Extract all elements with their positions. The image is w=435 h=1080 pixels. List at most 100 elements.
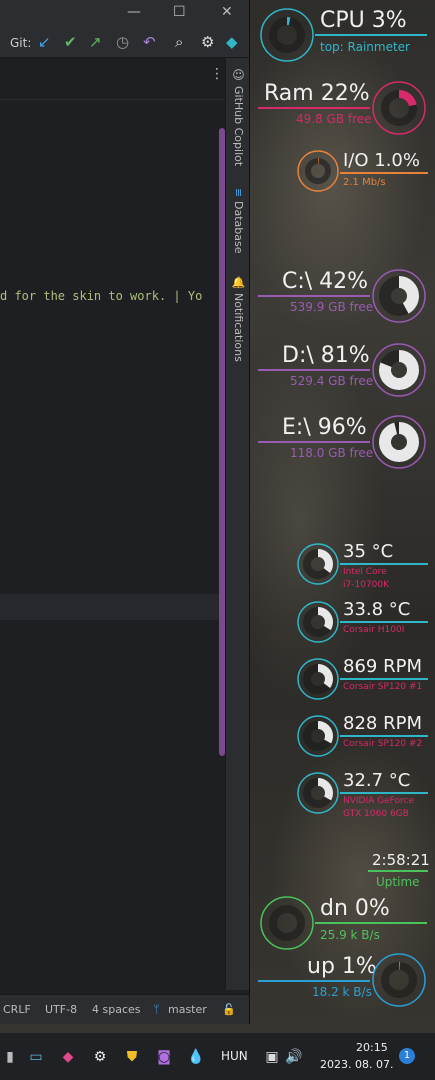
search-icon[interactable]: ⌕: [175, 33, 183, 51]
upload-title: up 1%: [307, 954, 377, 979]
git-commit-icon[interactable]: ✔: [64, 33, 77, 51]
network-icon[interactable]: ▣: [262, 1047, 282, 1067]
sensor-line: [340, 792, 428, 794]
settings-gear-icon[interactable]: ⚙: [201, 33, 214, 51]
cpu-line: [315, 34, 427, 36]
sensor-ring: [297, 772, 339, 814]
code-line: d for the skin to work. | Yo: [0, 289, 203, 303]
title-bar: — ☐ ✕: [0, 0, 249, 28]
download-sub: 25.9 k B/s: [320, 928, 380, 942]
language-indicator[interactable]: HUN: [221, 1049, 248, 1063]
sensor-sub-line1: Corsair SP120 #2: [343, 739, 423, 749]
git-update-icon[interactable]: ↙: [38, 33, 51, 51]
close-button[interactable]: ✕: [221, 4, 233, 20]
notifications-label: Notifications: [232, 293, 245, 363]
drive-arc: [379, 422, 419, 462]
drive-sub: 529.4 GB free: [290, 374, 374, 388]
sensor-sub-line1: Corsair H100I: [343, 625, 405, 635]
line-separator-widget[interactable]: CRLF: [3, 1003, 31, 1016]
download-line: [315, 922, 427, 924]
notifications-bell-icon: 🔔: [232, 276, 245, 290]
git-label: Git:: [10, 36, 32, 50]
jetbrains-app-icon[interactable]: ◆: [58, 1047, 78, 1067]
app-tray-icon[interactable]: ◙: [154, 1047, 174, 1067]
sensor-ring: [297, 543, 339, 585]
ram-ring: [372, 81, 426, 135]
uptime-line: [368, 870, 428, 872]
ram-sub: 49.8 GB free: [296, 112, 372, 126]
monitor-app-icon[interactable]: ▭: [26, 1047, 46, 1067]
database-label: Database: [232, 201, 245, 254]
sensor-title: 33.8 °C: [343, 599, 411, 620]
download-title: dn 0%: [320, 896, 390, 921]
git-push-icon[interactable]: ↗: [89, 33, 102, 51]
io-line: [340, 172, 428, 174]
github-copilot-tab[interactable]: ☺ GitHub Copilot: [226, 68, 249, 178]
sensor-sub-line1: Corsair SP120 #1: [343, 682, 423, 692]
drive-title: E:\ 96%: [282, 415, 367, 440]
steelseries-icon[interactable]: ⚙: [90, 1047, 110, 1067]
clock-time[interactable]: 20:15: [356, 1041, 388, 1054]
overflow-app-icon[interactable]: ▮: [0, 1047, 20, 1067]
sensor-line: [340, 678, 428, 680]
drive-title: D:\ 81%: [282, 343, 370, 368]
sensor-ring: [297, 658, 339, 700]
defender-shield-icon[interactable]: ⛊: [122, 1047, 142, 1067]
cpu-ring: [260, 8, 314, 62]
sensor-ring: [297, 601, 339, 643]
drive-ring: [372, 269, 426, 323]
sensor-line: [340, 563, 428, 565]
sensor-line: [340, 735, 428, 737]
git-branch-widget[interactable]: master: [168, 1003, 207, 1016]
drive-line: [258, 369, 370, 371]
maximize-button[interactable]: ☐: [173, 4, 186, 20]
notifications-tab[interactable]: 🔔 Notifications: [226, 276, 249, 362]
indent-widget[interactable]: 4 spaces: [92, 1003, 141, 1016]
editor-tab-row: ⋮: [0, 58, 225, 100]
upload-ring: [372, 953, 426, 1007]
more-options-icon[interactable]: ⋮: [210, 66, 224, 82]
sensor-sub-line2: GTX 1060 6GB: [343, 809, 409, 819]
copilot-icon: ☺: [231, 68, 246, 82]
drive-ring: [372, 415, 426, 469]
minimize-button[interactable]: —: [127, 4, 141, 20]
drive-line: [258, 441, 370, 443]
io-ring: [297, 150, 339, 192]
right-tool-strip: ☺ GitHub Copilot ≡ Database 🔔 Notificati…: [225, 58, 249, 990]
code-editor[interactable]: d for the skin to work. | Yo: [0, 100, 225, 990]
clock-date[interactable]: 2023. 08. 07.: [320, 1058, 393, 1071]
download-ring: [260, 896, 314, 950]
git-history-icon[interactable]: ◷: [116, 33, 129, 51]
drive-ring: [372, 343, 426, 397]
io-sub: 2.1 Mb/s: [343, 177, 386, 188]
cpu-sub: top: Rainmeter: [320, 40, 410, 54]
sensor-sub-line1: Intel Core: [343, 567, 387, 577]
sensor-title: 35 °C: [343, 541, 394, 562]
database-tab[interactable]: ≡ Database: [226, 188, 249, 258]
current-line-highlight: [0, 594, 225, 620]
sensor-title: 869 RPM: [343, 656, 422, 677]
jetbrains-toolbox-icon[interactable]: ◆: [226, 33, 238, 51]
status-bar: CRLF UTF-8 4 spaces ᛘ master 🔓: [0, 994, 249, 1024]
git-rollback-icon[interactable]: ↶: [143, 33, 156, 51]
sensor-sub-line1: NVIDIA GeForce: [343, 796, 415, 806]
drop-icon[interactable]: 💧: [186, 1047, 206, 1067]
git-branch-icon: ᛘ: [153, 1003, 160, 1016]
upload-sub: 18.2 k B/s: [312, 985, 372, 999]
ram-line: [258, 107, 370, 109]
sensor-ring: [297, 715, 339, 757]
ram-title: Ram 22%: [264, 81, 370, 106]
drive-sub: 118.0 GB free: [290, 446, 374, 460]
taskbar: ▮ ▭ ◆ ⚙ ⛊ ◙ 💧 HUN ▣ 🔊 20:15 2023. 08. 07…: [0, 1032, 435, 1080]
upload-line: [258, 980, 370, 982]
volume-icon[interactable]: 🔊: [284, 1047, 304, 1067]
sensor-title: 828 RPM: [343, 713, 422, 734]
ide-window: — ☐ ✕ Git: ↙ ✔ ↗ ◷ ↶ ⌕ ⚙ ◆ ⋮ ✔1 ⌃ ⌄ d fo…: [0, 0, 250, 1024]
sensor-line: [340, 621, 428, 623]
sensor-sub-line2: i7-10700K: [343, 580, 390, 590]
drive-sub: 539.9 GB free: [290, 300, 374, 314]
encoding-widget[interactable]: UTF-8: [45, 1003, 77, 1016]
notification-badge[interactable]: 1: [399, 1048, 415, 1064]
cpu-title: CPU 3%: [320, 8, 407, 33]
unlock-icon[interactable]: 🔓: [222, 1003, 236, 1016]
